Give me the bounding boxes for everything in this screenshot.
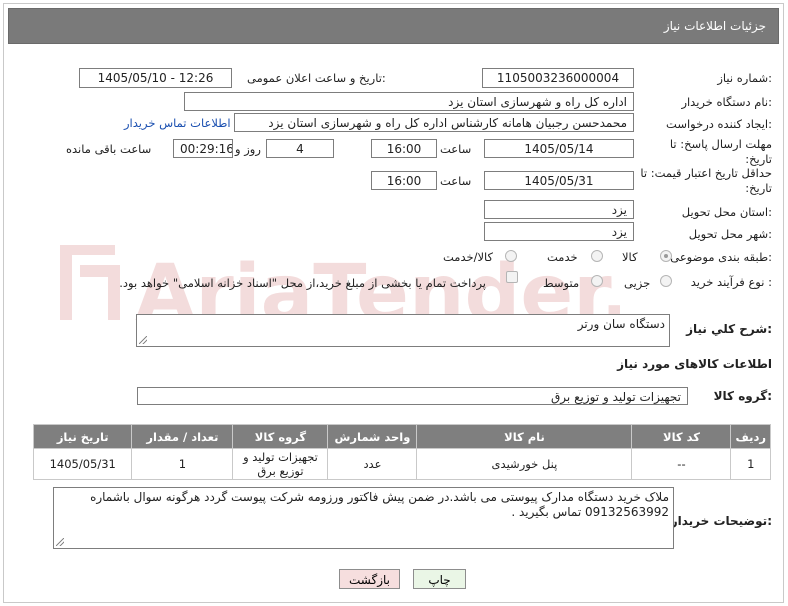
buyer-notes-textarea[interactable]: ملاک خرید دستگاه مدارک پیوستی می باشد.در… [53,487,674,549]
requester-label: ایجاد کننده درخواست: [666,117,772,131]
province-field: یزد [484,200,634,219]
cell-item-code: -- [631,448,732,480]
col-row-number: ردیف [730,424,771,449]
category-label: طبقه بندی موضوعی: [670,250,772,264]
city-label: شهر محل تحویل: [688,227,772,241]
col-item-name: نام کالا [416,424,633,449]
remaining-time-field: 00:29:16 [173,139,233,158]
buyer-org-label: نام دستگاه خریدار: [681,95,772,109]
process-option-minor: جزیی [624,276,651,290]
resize-grip-icon[interactable] [139,336,147,344]
deadline-time-label: ساعت [440,142,472,156]
price-validity-time-field: 16:00 [371,171,437,190]
deadline-date-field: 1405/05/14 [484,139,634,158]
col-unit: واحد شمارش [327,424,418,449]
category-option-service: خدمت [547,250,578,264]
days-remaining-field: 4 [266,139,334,158]
process-radio-minor[interactable] [660,275,672,287]
treasury-note: پرداخت تمام یا بخشی از مبلغ خرید،از محل … [119,276,486,290]
price-validity-date-field: 1405/05/31 [484,171,634,190]
buyer-notes-label: توضیحات خریدار: [670,514,772,528]
back-button[interactable]: بازگشت [339,569,400,589]
description-label: شرح کلي نياز: [686,322,772,336]
days-label: روز و [235,142,261,156]
col-item-group: گروه کالا [232,424,329,449]
category-radio-goods-service[interactable] [505,250,517,262]
col-quantity: تعداد / مقدار [131,424,234,449]
cell-row-number: 1 [730,448,771,480]
category-radio-service[interactable] [591,250,603,262]
need-number-field: 1105003236000004 [482,68,634,88]
requester-field: محمدحسن رجبیان هامانه کارشناس اداره کل ر… [234,113,634,132]
category-option-goods: کالا [622,250,638,264]
cell-quantity: 1 [131,448,234,480]
price-validity-label: حداقل تاریخ اعتبار قیمت: تا تاریخ: [640,166,772,195]
goods-group-label: گروه کالا: [713,389,772,403]
city-field: یزد [484,222,634,241]
goods-table: ردیف کد کالا نام کالا واحد شمارش گروه کا… [32,424,771,480]
process-radio-medium[interactable] [591,275,603,287]
page-header: جزئیات اطلاعات نیاز [8,8,779,44]
page-title: جزئیات اطلاعات نیاز [663,19,766,33]
goods-group-field: تجهیزات تولید و توزیع برق [137,387,688,405]
cell-need-date: 1405/05/31 [32,448,133,480]
deadline-time-field: 16:00 [371,139,437,158]
price-validity-time-label: ساعت [440,174,472,188]
buyer-notes-text: ملاک خرید دستگاه مدارک پیوستی می باشد.در… [90,490,669,519]
process-option-medium: متوسط [543,276,580,290]
announce-date-label: تاریخ و ساعت اعلان عمومی: [247,71,386,85]
resize-grip-icon[interactable] [56,538,64,546]
deadline-label: مهلت ارسال پاسخ: تا تاریخ: [669,137,772,166]
need-number-label: شماره نیاز: [717,71,772,85]
goods-section-title: اطلاعات کالاهای مورد نیاز [617,357,772,371]
announce-date-field: 1405/05/10 - 12:26 [79,68,232,88]
province-label: استان محل تحویل: [681,205,772,219]
remaining-time-label: ساعت باقی مانده [66,142,152,156]
process-type-label: نوع فرآیند خرید : [690,275,772,289]
col-need-date: تاریخ نیاز [32,424,133,449]
description-text: دستگاه سان ورتر [577,317,665,331]
goods-table-header: ردیف کد کالا نام کالا واحد شمارش گروه کا… [32,424,771,449]
category-radio-goods[interactable] [660,250,672,262]
cell-unit: عدد [327,448,418,480]
treasury-checkbox[interactable] [506,271,518,283]
col-item-code: کد کالا [631,424,732,449]
print-button[interactable]: چاپ [413,569,466,589]
category-option-goods-service: کالا/خدمت [443,250,494,264]
buyer-contact-link[interactable]: اطلاعات تماس خریدار [124,116,231,130]
buyer-org-field: اداره کل راه و شهرسازی استان یزد [184,92,634,111]
cell-item-name: پنل خورشیدی [416,448,633,480]
table-row: 1 -- پنل خورشیدی عدد تجهیزات تولید و توز… [32,448,771,480]
cell-item-group: تجهیزات تولید و توزیع برق [232,448,329,480]
description-textarea[interactable]: دستگاه سان ورتر [136,314,670,347]
